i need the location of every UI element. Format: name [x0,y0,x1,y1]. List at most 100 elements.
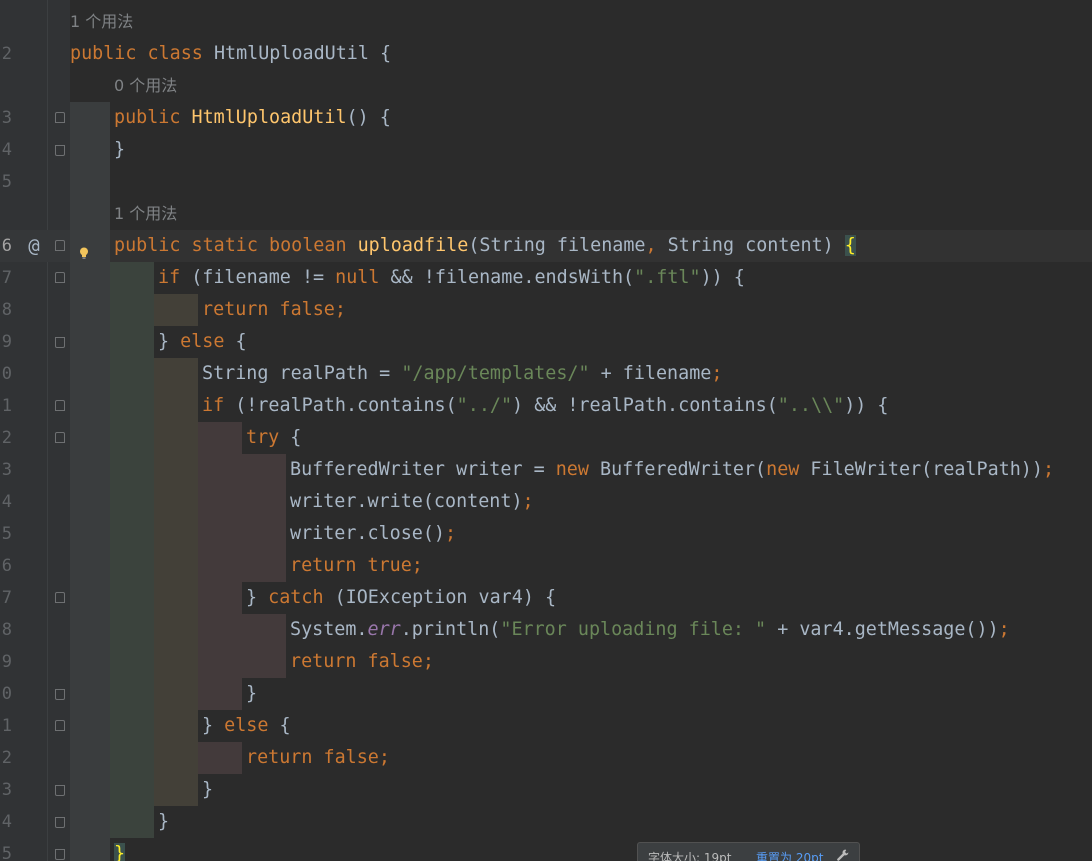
code-line[interactable]: return false; [290,646,434,678]
string-literal: "/app/templates/" [401,363,601,384]
fold-marker-icon[interactable] [55,240,65,251]
code-line[interactable]: if (filename != null && !filename.endsWi… [158,262,745,294]
font-size-popup: 字体大小: 19pt 重置为 20pt [637,842,860,861]
string-literal: ".ftl" [634,267,701,288]
fold-marker-icon[interactable] [55,112,65,123]
line-number: 8 [1,300,12,320]
class-name: HtmlUploadUtil [213,43,381,64]
fold-end-marker-icon[interactable] [55,145,65,156]
fold-marker-icon[interactable] [55,400,65,411]
code-line[interactable]: public class HtmlUploadUtil { [70,38,391,70]
code-line[interactable]: return false; [202,294,346,326]
indent-guide-level-1 [70,102,110,861]
semicolon: ; [334,299,346,320]
keyword: else [180,331,236,352]
brace: { [290,427,302,448]
keyword: return false [202,299,335,320]
code-text: writer.write(content) [290,491,523,512]
keyword: catch [268,587,335,608]
line-number: 2 [1,44,12,64]
keyword: public static boolean [114,235,358,256]
code-line[interactable]: try { [246,422,301,454]
usage-hint[interactable]: 1 个用法 [70,6,133,38]
keyword: new [766,459,811,480]
indent-guide-level-4-else [198,742,242,774]
fold-end-marker-icon[interactable] [55,849,65,860]
fold-marker-icon[interactable] [55,720,65,731]
semicolon: ; [445,523,457,544]
code-text: (!realPath.contains( [235,395,457,416]
static-field: err [367,619,401,640]
fold-end-marker-icon[interactable] [55,785,65,796]
keyword: public [114,107,192,128]
code-line[interactable]: return true; [290,550,423,582]
usage-hint[interactable]: 1 个用法 [114,198,177,230]
keyword: try [246,427,291,448]
fold-end-marker-icon[interactable] [55,689,65,700]
keyword: new [555,459,601,480]
code-line[interactable]: writer.close(); [290,518,456,550]
code-line[interactable]: writer.write(content); [290,486,534,518]
wrench-icon[interactable] [836,848,850,861]
line-number: 4 [1,140,12,160]
fold-marker-icon[interactable] [55,592,65,603]
brace: { [279,715,291,736]
line-number: 0 [1,364,12,384]
code-line[interactable]: String realPath = "/app/templates/" + fi… [202,358,722,390]
brace: } [114,139,126,160]
code-line[interactable]: System.err.println("Error uploading file… [290,614,1010,646]
code-text: String content) [667,235,845,256]
brace: { [380,43,392,64]
line-number: 1 [1,716,12,736]
code-text: writer.close() [290,523,446,544]
line-number-current: 6 [1,236,12,256]
usage-hint[interactable]: 0 个用法 [114,70,177,102]
brace: } [202,715,225,736]
code-line[interactable]: BufferedWriter writer = new BufferedWrit… [290,454,1054,486]
comma: , [645,235,668,256]
fold-marker-icon[interactable] [55,432,65,443]
indent-guide-level-4-if [198,422,242,710]
semicolon: ; [378,747,390,768]
code-editor[interactable]: 2 3 4 5 6 7 8 9 0 1 2 3 4 5 6 7 8 9 0 1 … [0,0,1092,861]
code-line[interactable]: } [114,838,126,861]
keyword: if [158,267,192,288]
indent-guide-level-2 [110,262,154,838]
override-marker-icon[interactable]: @ [24,230,44,262]
indent-guide-level-3-else [154,358,198,806]
line-number: 7 [1,588,12,608]
code-line[interactable]: } else { [158,326,247,358]
brace: } [158,811,170,832]
code-text: FileWriter(realPath)) [810,459,1043,480]
code-line[interactable]: } [246,678,257,710]
fold-end-marker-icon[interactable] [55,817,65,828]
code-line-current[interactable]: public static boolean uploadfile(String … [114,230,856,262]
code-line[interactable]: } [202,774,213,806]
fold-marker-icon[interactable] [55,272,65,283]
code-text: (String filename [468,235,646,256]
code-line[interactable]: } else { [202,710,291,742]
matched-brace: } [114,843,126,861]
code-line[interactable]: if (!realPath.contains("../") && !realPa… [202,390,889,422]
code-line[interactable]: } [114,134,125,166]
gutter-divider [47,0,48,861]
keyword: if [202,395,236,416]
line-number: 8 [1,620,12,640]
line-number: 3 [1,780,12,800]
reset-font-size-link[interactable]: 重置为 20pt [756,849,823,861]
code-line[interactable]: } catch (IOException var4) { [246,582,556,614]
lightbulb-icon[interactable] [79,247,89,259]
semicolon: ; [1042,459,1055,480]
brace: { [235,331,247,352]
fold-end-marker-icon[interactable] [55,337,65,348]
keyword: return true [290,555,412,576]
code-line[interactable]: public HtmlUploadUtil() { [114,102,391,134]
code-line[interactable]: } [158,806,169,838]
indent-guide-level-5-try [242,454,286,582]
code-line[interactable]: return false; [246,742,390,774]
code-text: (filename != [191,267,336,288]
code-text: ) && !realPath.contains( [512,395,778,416]
semicolon: ; [411,555,423,576]
constructor-name: HtmlUploadUtil [191,107,347,128]
line-number: 1 [1,396,12,416]
